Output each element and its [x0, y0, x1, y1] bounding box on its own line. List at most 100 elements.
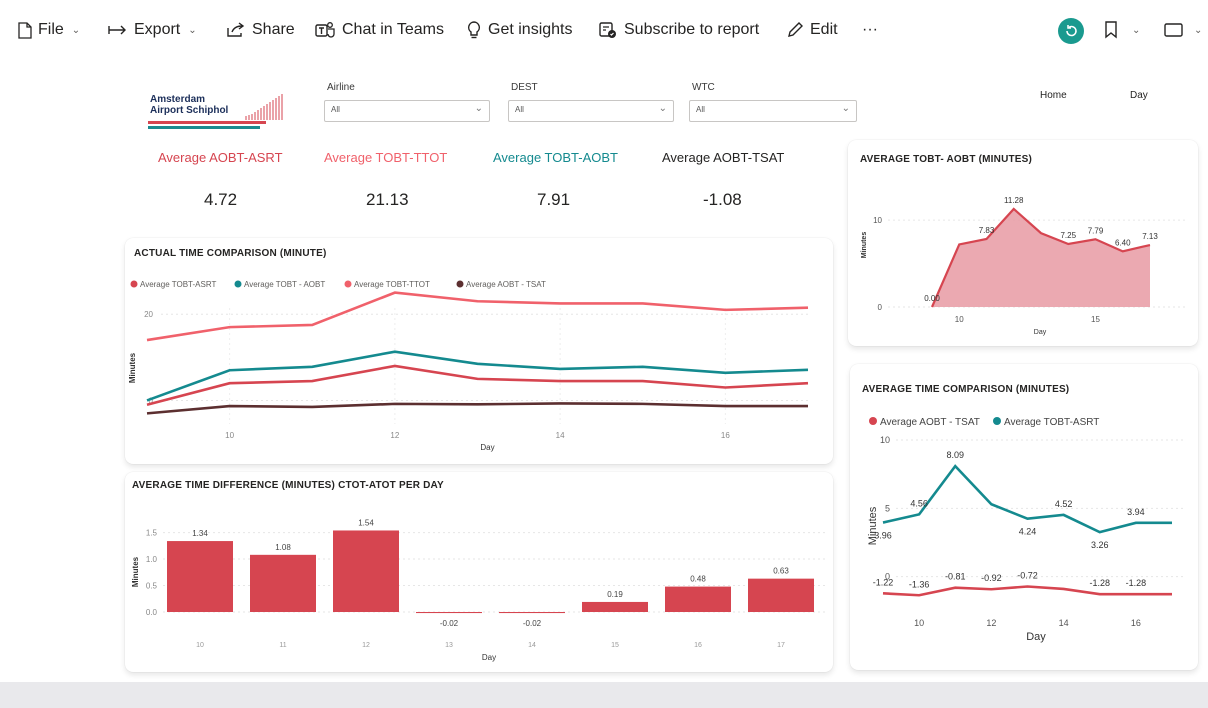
kpi-tobt-aobt-title: Average TOBT-AOBT	[493, 150, 618, 165]
chevron-down-icon: ⌄	[841, 103, 850, 114]
more-label: ···	[862, 21, 878, 38]
bar	[250, 554, 316, 612]
more-options-button[interactable]: ···	[862, 18, 878, 42]
x-tick-label: 16	[1131, 618, 1141, 628]
chevron-down-icon: ⌄	[188, 24, 197, 36]
y-tick-label: 10	[873, 216, 882, 225]
data-label: -0.81	[945, 572, 966, 582]
avg-tobt-aobt-card[interactable]: AVERAGE TOBT- AOBT (MINUTES) 0 10 0.00 7.83…	[848, 140, 1198, 346]
file-menu[interactable]: File ⌄	[18, 18, 80, 42]
legend-marker	[234, 280, 242, 288]
slicer-wtc-dropdown[interactable]: All ⌄	[689, 100, 857, 122]
slicer-wtc-value: All	[696, 105, 705, 114]
x-tick-label: 10	[914, 618, 924, 628]
chat-in-teams-button[interactable]: Chat in Teams	[314, 18, 444, 42]
data-label: 4.24	[1019, 527, 1037, 537]
slicer-dest-value: All	[515, 105, 524, 114]
share-icon	[227, 22, 245, 37]
bookmark-menu[interactable]: ⌄	[1104, 18, 1140, 42]
edit-label: Edit	[810, 21, 838, 38]
y-tick-label: 0	[878, 303, 883, 312]
data-label: 3.26	[1091, 540, 1109, 550]
data-label: 1.54	[358, 518, 374, 527]
x-tick-label: 16	[694, 642, 702, 649]
report-toolbar: File ⌄ Export ⌄ Share Chat in Teams Get …	[0, 0, 1208, 62]
data-label: 0.19	[607, 590, 623, 599]
chevron-down-icon: ⌄	[1194, 24, 1203, 36]
x-tick-label: 16	[721, 431, 730, 440]
x-tick-label: 14	[1059, 618, 1069, 628]
x-tick-label: 10	[955, 315, 964, 324]
legend-label: Average AOBT - TSAT	[880, 417, 980, 428]
y-axis-title: Minutes	[128, 352, 137, 383]
lightbulb-icon	[467, 21, 481, 39]
reset-icon	[1066, 25, 1077, 37]
teams-label: Chat in Teams	[342, 21, 444, 38]
bar	[333, 530, 399, 612]
kpi-aobt-tsat-title: Average AOBT-TSAT	[662, 150, 785, 165]
legend-label: Average TOBT-ASRT	[1004, 417, 1099, 428]
data-label: 7.25	[1060, 231, 1076, 240]
slicer-wtc-label: WTC	[692, 82, 715, 93]
data-label: 0.63	[773, 567, 789, 576]
slicer-airline-dropdown[interactable]: All ⌄	[324, 100, 490, 122]
data-label: 4.52	[1055, 499, 1073, 509]
slicer-airline-label: Airline	[327, 82, 355, 93]
x-tick-label: 14	[528, 642, 536, 649]
x-tick-label: 13	[445, 642, 453, 649]
data-label: 7.79	[1088, 226, 1104, 235]
y-axis-title: Minutes	[861, 232, 868, 259]
kpi-aobt-tsat-value: -1.08	[703, 190, 742, 209]
subscribe-icon	[599, 22, 616, 38]
slicer-dest-dropdown[interactable]: All ⌄	[508, 100, 674, 122]
pencil-icon	[788, 22, 803, 37]
bar	[416, 612, 482, 614]
x-axis-title: Day	[1034, 329, 1047, 336]
avg-time-comparison-card[interactable]: AVERAGE TIME COMPARISON (MINUTES) Averag…	[850, 364, 1198, 670]
share-label: Share	[252, 21, 295, 38]
x-tick-label: 14	[556, 431, 565, 440]
bar	[582, 601, 648, 612]
nav-day-button[interactable]: Day	[1130, 90, 1148, 101]
subscribe-button[interactable]: Subscribe to report	[598, 18, 759, 42]
bar	[748, 578, 814, 612]
y-tick-label: 10	[880, 435, 890, 445]
bar	[167, 541, 233, 612]
x-tick-label: 15	[611, 642, 619, 649]
data-label: -0.02	[523, 619, 542, 628]
view-menu[interactable]: ⌄	[1164, 18, 1202, 42]
kpi-tobt-aobt-value: 7.91	[537, 190, 571, 209]
export-menu[interactable]: Export ⌄	[108, 18, 197, 42]
get-insights-button[interactable]: Get insights	[466, 18, 572, 42]
slicer-airline-value: All	[331, 105, 340, 114]
share-button[interactable]: Share	[226, 18, 295, 42]
kpi-tobt-ttot-value: 21.13	[366, 190, 409, 209]
bookmark-icon	[1105, 21, 1117, 39]
y-tick-label: 0.0	[146, 608, 158, 617]
kpi-aobt-asrt-value: 4.72	[204, 190, 238, 209]
file-icon	[18, 21, 32, 39]
data-label: 3.94	[1127, 507, 1145, 517]
legend-marker	[130, 280, 138, 288]
y-tick-label: 0.5	[146, 582, 158, 591]
file-label: File	[38, 21, 64, 38]
kpi-tobt-ttot-title: Average TOBT-TTOT	[324, 150, 448, 165]
reset-button[interactable]	[1058, 18, 1084, 44]
actual-time-comparison-card[interactable]: ACTUAL TIME COMPARISON (MINUTE) Average …	[125, 238, 833, 464]
y-tick-label: 20	[144, 310, 153, 319]
ctot-atot-bar-chart: 0.0 0.5 1.0 1.5 1.34 10 1.08 11 1.54 12 -0.02 13 -0.…	[131, 518, 825, 662]
data-label: 4.56	[910, 498, 928, 508]
edit-button[interactable]: Edit	[786, 18, 838, 42]
nav-home-button[interactable]: Home	[1040, 90, 1067, 101]
teams-icon	[315, 22, 335, 38]
ctot-atot-difference-card[interactable]: AVERAGE TIME DIFFERENCE (MINUTES) CTOT-A…	[125, 472, 833, 672]
data-label: 6.40	[1115, 238, 1131, 247]
data-label: 1.08	[275, 543, 291, 552]
x-axis-title: Day	[482, 653, 496, 662]
data-label: 11.28	[1004, 196, 1024, 205]
x-tick-label: 17	[777, 642, 785, 649]
x-tick-label: 10	[196, 642, 204, 649]
data-label: 7.13	[1142, 232, 1158, 241]
view-icon	[1164, 23, 1183, 37]
x-tick-label: 10	[225, 431, 234, 440]
